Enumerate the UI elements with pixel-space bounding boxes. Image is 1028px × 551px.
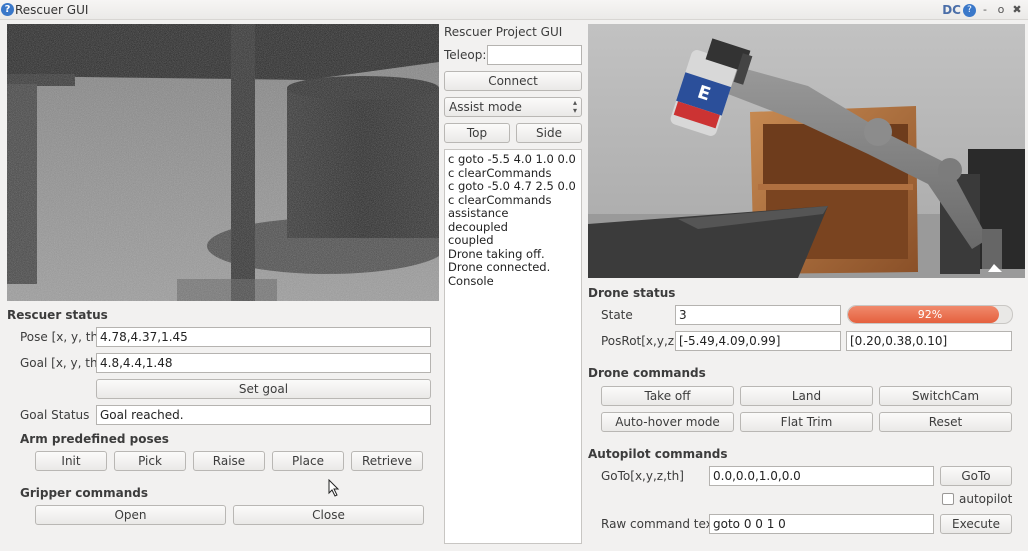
app-icon: ? (1, 3, 14, 16)
minimize-icon[interactable]: - (978, 3, 992, 17)
console-line: Drone taking off. (448, 246, 545, 261)
position-field: [-5.49,4.09,0.99] (675, 331, 841, 351)
connect-button[interactable]: Connect (444, 71, 582, 91)
rescuer-camera-image (7, 24, 439, 301)
goal-label: Goal [x, y, th] (20, 356, 103, 370)
autopilot-commands-header: Autopilot commands (588, 447, 728, 461)
goal-field[interactable]: 4.8,4.4,1.48 (96, 353, 431, 373)
flat-trim-button[interactable]: Flat Trim (740, 412, 873, 432)
rescuer-camera-view (7, 24, 439, 301)
help-icon[interactable]: ? (963, 3, 976, 17)
console-line: decoupled (448, 219, 508, 234)
mode-select[interactable]: Assist mode ▴ ▾ (444, 97, 582, 117)
gripper-open-button[interactable]: Open (35, 505, 226, 525)
title-bar-controls: DC ? - o ✖ (942, 3, 1024, 17)
console-line: c clearCommands (448, 165, 552, 180)
raw-command-input[interactable]: goto 0 0 1 0 (709, 514, 934, 534)
top-view-button[interactable]: Top (444, 123, 510, 143)
arm-pick-button[interactable]: Pick (114, 451, 186, 471)
console-line: c clearCommands (448, 192, 552, 207)
rescuer-status-header: Rescuer status (7, 308, 108, 322)
goal-status-label: Goal Status (20, 408, 90, 422)
switchcam-button[interactable]: SwitchCam (879, 386, 1012, 406)
take-off-button[interactable]: Take off (601, 386, 734, 406)
reset-button[interactable]: Reset (879, 412, 1012, 432)
land-button[interactable]: Land (740, 386, 873, 406)
console-line: Drone connected. (448, 260, 551, 274)
execute-button[interactable]: Execute (940, 514, 1012, 534)
gripper-commands-header: Gripper commands (20, 486, 149, 500)
autopilot-label: autopilot (959, 492, 1013, 506)
pose-field[interactable]: 4.78,4.37,1.45 (96, 327, 431, 347)
goto-label: GoTo[x,y,z,th] (601, 469, 684, 483)
console-line: c goto -5.5 4.0 1.0 0.0 (448, 152, 576, 166)
teleop-input[interactable] (487, 45, 582, 65)
console-line: coupled (448, 233, 494, 247)
auto-hover-button[interactable]: Auto-hover mode (601, 412, 734, 432)
mode-select-value: Assist mode (449, 100, 522, 114)
set-goal-button[interactable]: Set goal (96, 379, 431, 399)
raw-command-label: Raw command text: (601, 517, 722, 531)
console-line: Console (448, 273, 494, 288)
goto-input[interactable]: 0.0,0.0,1.0,0.0 (709, 466, 934, 486)
arm-init-button[interactable]: Init (35, 451, 107, 471)
goal-status-field: Goal reached. (96, 405, 431, 425)
arm-poses-header: Arm predefined poses (20, 432, 169, 446)
goto-button[interactable]: GoTo (940, 466, 1012, 486)
drone-camera-image: E (588, 24, 1025, 278)
arm-raise-button[interactable]: Raise (193, 451, 265, 471)
arm-place-button[interactable]: Place (272, 451, 344, 471)
gripper-close-button[interactable]: Close (233, 505, 424, 525)
pose-label: Pose [x, y, th] (20, 330, 103, 344)
teleop-label: Teleop: (444, 48, 487, 62)
drone-camera-view: E (588, 24, 1025, 278)
window-title: Rescuer GUI (15, 3, 89, 17)
battery-progress-text: 92% (917, 308, 943, 321)
state-label: State (601, 308, 633, 322)
title-bar: ? Rescuer GUI DC ? - o ✖ (0, 0, 1028, 20)
restore-icon[interactable]: o (994, 3, 1008, 17)
autopilot-checkbox[interactable] (942, 493, 954, 505)
console-line: c goto -5.0 4.7 2.5 0.0 (448, 179, 576, 193)
posrot-label: PosRot[x,y,z] (601, 334, 679, 348)
dc-icon[interactable]: DC (942, 3, 961, 17)
console-log[interactable]: c goto -5.5 4.0 1.0 0.0 c clearCommands … (444, 149, 582, 544)
rotation-field: [0.20,0.38,0.10] (846, 331, 1012, 351)
close-icon[interactable]: ✖ (1010, 3, 1024, 17)
arm-retrieve-button[interactable]: Retrieve (351, 451, 423, 471)
drone-commands-header: Drone commands (588, 366, 706, 380)
console-line: assistance (448, 206, 509, 220)
mouse-cursor-icon (328, 479, 340, 497)
updown-arrows-icon: ▴ ▾ (572, 98, 577, 115)
state-field: 3 (675, 305, 841, 325)
project-title: Rescuer Project GUI (444, 25, 563, 39)
side-view-button[interactable]: Side (516, 123, 582, 143)
battery-progress-bar: 92% (847, 305, 1013, 324)
drone-status-header: Drone status (588, 286, 676, 300)
